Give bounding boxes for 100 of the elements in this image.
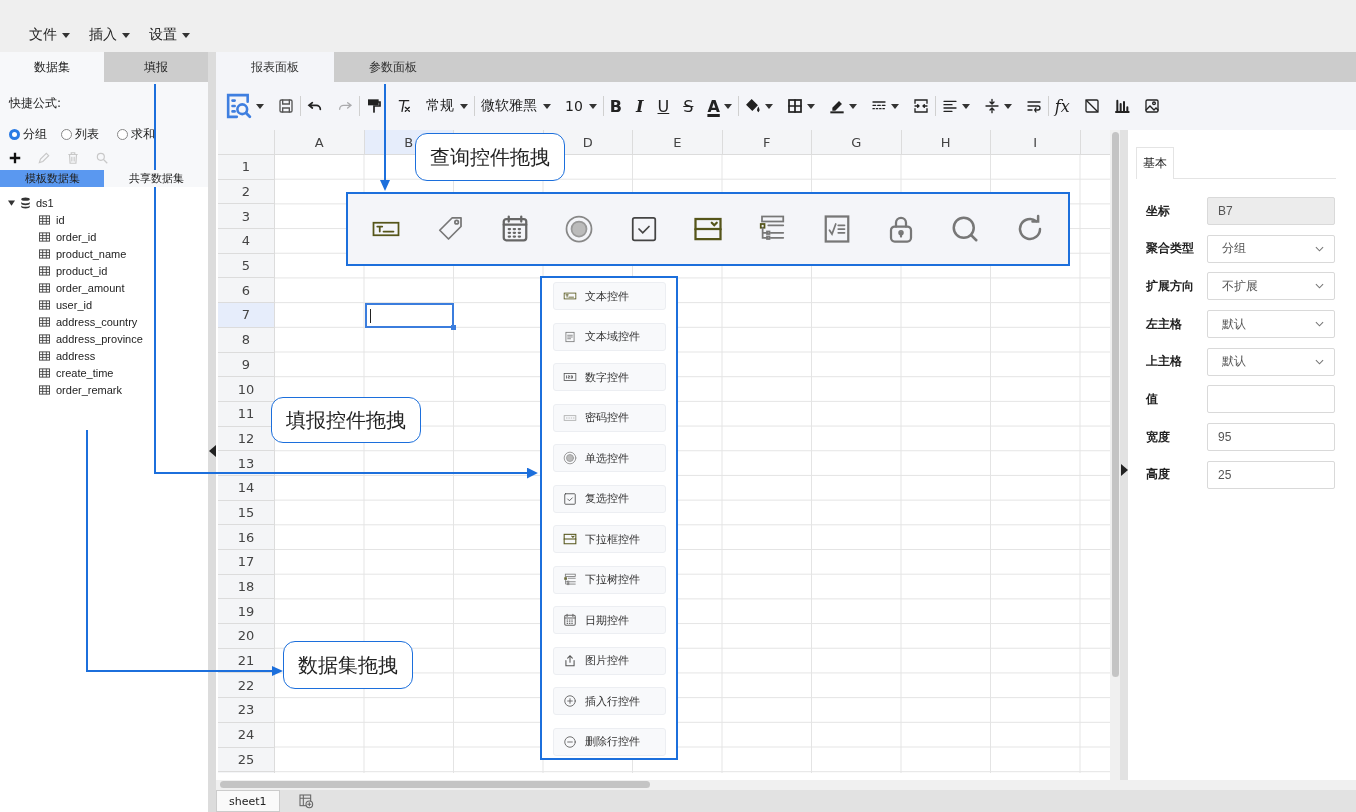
control-item[interactable]: 复选控件 [552, 484, 666, 513]
row-number[interactable]: 15 [237, 504, 255, 520]
row-number[interactable]: 8 [241, 332, 251, 348]
field-name[interactable]: address_country [56, 315, 138, 328]
scrollbar-thumb[interactable] [1111, 132, 1119, 677]
column-label[interactable]: G [851, 134, 862, 150]
toolbar-dropdown[interactable]: 常规 [426, 93, 468, 119]
panel-tab[interactable]: 填报 [104, 52, 208, 82]
toolbar-button[interactable]: A [707, 93, 732, 119]
field-name[interactable]: product_id [56, 264, 108, 277]
row-number[interactable]: 21 [237, 653, 255, 669]
control-item[interactable]: 下拉框控件 [552, 525, 666, 553]
radio-button[interactable] [9, 128, 20, 140]
row-number[interactable]: 14 [237, 480, 255, 496]
radio-button[interactable] [117, 128, 128, 140]
control-item[interactable]: 删除行控件 [552, 727, 666, 756]
select-field[interactable]: 分组 [1207, 234, 1335, 263]
row-number[interactable]: 23 [237, 702, 255, 718]
control-item[interactable]: 下拉树控件 [552, 565, 666, 594]
toolbar-button[interactable]: S [683, 93, 694, 119]
control-item[interactable]: 数字控件 [552, 363, 666, 391]
field-name[interactable]: order_remark [56, 383, 123, 396]
select-field[interactable]: 默认 [1207, 310, 1335, 339]
field-name[interactable]: user_id [56, 298, 93, 311]
radio-option[interactable]: 分组 [9, 123, 47, 145]
row-number[interactable]: 13 [237, 455, 255, 471]
dataset-tab[interactable]: 模板数据集 [0, 170, 104, 187]
scrollbar[interactable] [216, 780, 1356, 790]
preview-icon [226, 93, 252, 119]
select-field[interactable]: 不扩展 [1207, 272, 1335, 301]
input-field[interactable]: 95 [1207, 423, 1335, 452]
toolbar-button[interactable]: U [657, 93, 670, 119]
dataset-name[interactable]: ds1 [36, 196, 54, 209]
column-label[interactable]: B [404, 134, 414, 150]
column-label[interactable]: F [763, 134, 771, 150]
field-name[interactable]: create_time [56, 366, 114, 379]
control-item[interactable]: 文本域控件 [552, 322, 666, 351]
field-name[interactable]: id [56, 213, 65, 226]
column-label[interactable]: H [940, 134, 951, 150]
column-label[interactable]: E [673, 134, 682, 150]
field-name[interactable]: address [56, 349, 96, 362]
row-number[interactable]: 3 [241, 208, 251, 224]
row-number[interactable]: 11 [237, 406, 255, 422]
row-number[interactable]: 1 [241, 159, 251, 175]
row-number[interactable]: 9 [241, 356, 251, 372]
row-number[interactable]: 20 [237, 628, 255, 644]
row-number[interactable]: 25 [237, 751, 255, 767]
menu-item[interactable]: 文件 [29, 24, 70, 46]
scrollbar[interactable] [1110, 130, 1120, 780]
control-item[interactable]: 图片控件 [552, 646, 666, 675]
row-number[interactable]: 7 [241, 307, 251, 323]
row-number[interactable]: 24 [237, 727, 255, 743]
toolbar-button[interactable]: I [636, 93, 644, 119]
field-name[interactable]: address_province [56, 332, 143, 345]
column-label[interactable]: D [582, 134, 593, 150]
field-name[interactable]: order_amount [56, 281, 125, 294]
column-label[interactable]: I [1033, 134, 1038, 150]
sheet-tab[interactable]: sheet1 [216, 790, 280, 812]
panel-tab[interactable]: 报表面板 [216, 52, 334, 82]
input-field[interactable]: 25 [1207, 460, 1335, 489]
minus-circle-icon [562, 734, 577, 749]
radio-option[interactable]: 列表 [61, 123, 99, 145]
panel-tab[interactable]: 参数面板 [334, 52, 452, 82]
plus-icon[interactable] [8, 151, 22, 165]
field-name[interactable]: order_id [56, 230, 97, 243]
toolbar-dropdown[interactable]: 微软雅黑 [481, 93, 551, 119]
control-item[interactable]: 文本控件 [552, 282, 666, 310]
row-number[interactable]: 18 [237, 579, 255, 595]
row-number[interactable]: 17 [237, 554, 255, 570]
radio-button[interactable] [61, 128, 72, 140]
radio-option[interactable]: 求和 [117, 123, 155, 145]
row-number[interactable]: 22 [237, 677, 255, 693]
row-number[interactable]: 5 [241, 258, 251, 274]
property-label: 左主格 [1146, 315, 1183, 333]
vertical-align-icon [983, 98, 1000, 114]
scrollbar-thumb[interactable] [220, 781, 650, 788]
toolbar-button[interactable]: fx [1054, 93, 1070, 119]
control-item[interactable]: 插入行控件 [552, 687, 666, 715]
selected-cell[interactable] [364, 303, 454, 328]
row-number[interactable]: 10 [237, 381, 255, 397]
row-number[interactable]: 4 [241, 233, 251, 249]
row-number[interactable]: 6 [241, 282, 251, 298]
control-item[interactable]: 密码控件 [552, 403, 666, 432]
menu-item[interactable]: 设置 [149, 24, 190, 46]
row-number[interactable]: 16 [237, 529, 255, 545]
select-field[interactable]: 默认 [1207, 347, 1335, 376]
field-name[interactable]: product_name [56, 247, 127, 260]
row-number[interactable]: 19 [237, 603, 255, 619]
column-label[interactable]: A [314, 134, 324, 150]
expanded-caret-icon[interactable] [8, 199, 15, 206]
control-item[interactable]: 日期控件 [552, 606, 666, 634]
toolbar-dropdown[interactable]: 10 [565, 93, 597, 119]
panel-tab[interactable]: 基本 [1136, 147, 1174, 179]
row-number[interactable]: 12 [237, 430, 255, 446]
control-item[interactable]: 单选控件 [552, 444, 666, 472]
menu-item[interactable]: 插入 [89, 24, 130, 46]
add-sheet-icon[interactable] [297, 793, 314, 809]
row-number[interactable]: 2 [241, 184, 251, 200]
input-field[interactable] [1207, 385, 1335, 414]
toolbar-button[interactable]: B [609, 93, 623, 119]
